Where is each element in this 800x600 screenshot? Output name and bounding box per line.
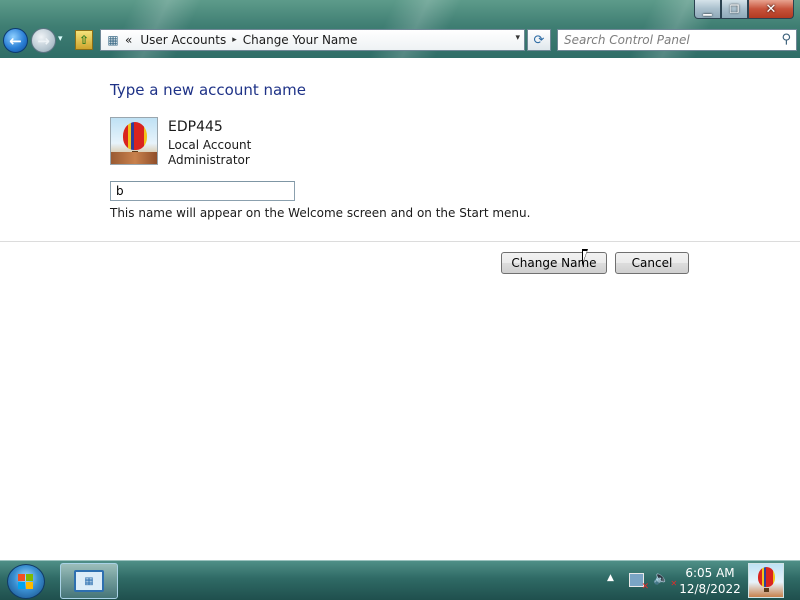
refresh-icon: ⟳ bbox=[533, 32, 545, 48]
clock-time[interactable]: 6:05 AM bbox=[678, 566, 742, 580]
address-dropdown-button[interactable]: ▾ bbox=[515, 33, 520, 43]
recent-pages-dropdown[interactable]: ▾ bbox=[58, 34, 63, 44]
search-icon[interactable]: ⚲ bbox=[781, 32, 791, 47]
window-controls: ▁ ❐ ✕ bbox=[694, 0, 794, 20]
taskbar-item-control-panel[interactable]: ▦ bbox=[60, 563, 118, 599]
address-overflow-chevron[interactable]: « bbox=[125, 33, 132, 47]
balloon-basket bbox=[764, 588, 769, 592]
user-picture-thumbnail[interactable] bbox=[748, 563, 784, 598]
breadcrumb-change-your-name[interactable]: Change Your Name bbox=[243, 33, 358, 47]
volume-muted-icon[interactable]: 🔈 bbox=[653, 571, 677, 588]
back-button[interactable]: ← bbox=[3, 28, 28, 53]
user-picture bbox=[110, 117, 158, 165]
restore-button[interactable]: ❐ bbox=[721, 0, 748, 19]
address-bar[interactable]: ▦ « User Accounts ▸ Change Your Name ▾ bbox=[100, 29, 525, 51]
account-name: EDP445 bbox=[168, 119, 223, 135]
forward-button[interactable]: → bbox=[31, 28, 56, 53]
clock-date[interactable]: 12/8/2022 bbox=[678, 582, 742, 596]
breadcrumb-separator[interactable]: ▸ bbox=[232, 35, 237, 45]
show-hidden-icons-button[interactable]: ▲ bbox=[607, 573, 614, 583]
name-hint-text: This name will appear on the Welcome scr… bbox=[110, 206, 531, 220]
forward-arrow-icon: → bbox=[37, 31, 50, 50]
breadcrumb-user-accounts[interactable]: User Accounts bbox=[140, 33, 226, 47]
search-input[interactable] bbox=[564, 33, 774, 47]
rock-shape bbox=[111, 152, 157, 164]
flag-quadrant bbox=[26, 581, 33, 589]
control-panel-icon: ▦ bbox=[107, 33, 119, 47]
minimize-button[interactable]: ▁ bbox=[694, 0, 721, 19]
network-icon[interactable] bbox=[629, 573, 649, 592]
new-account-name-input[interactable] bbox=[110, 181, 295, 201]
flag-quadrant bbox=[18, 581, 25, 589]
divider bbox=[0, 241, 800, 242]
account-type: Local Account bbox=[168, 138, 252, 152]
cancel-button[interactable]: Cancel bbox=[615, 252, 689, 274]
search-box[interactable]: ⚲ bbox=[557, 29, 797, 51]
page-title: Type a new account name bbox=[110, 81, 307, 99]
main-content: Type a new account name EDP445 Local Acc… bbox=[0, 58, 800, 560]
mouse-pointer bbox=[582, 249, 594, 266]
account-role: Administrator bbox=[168, 153, 250, 167]
start-button[interactable] bbox=[7, 564, 45, 599]
windows-start-icon bbox=[18, 573, 34, 590]
up-arrow-icon: ⇧ bbox=[78, 33, 90, 47]
close-button[interactable]: ✕ bbox=[748, 0, 794, 19]
up-level-button[interactable]: ⇧ bbox=[75, 30, 93, 50]
flag-quadrant bbox=[26, 573, 33, 581]
flag-quadrant bbox=[18, 573, 25, 581]
control-panel-icon: ▦ bbox=[74, 570, 104, 592]
back-arrow-icon: ← bbox=[9, 31, 22, 50]
balloon-shape bbox=[123, 122, 147, 150]
refresh-button[interactable]: ⟳ bbox=[527, 29, 551, 51]
balloon-shape bbox=[758, 567, 775, 587]
